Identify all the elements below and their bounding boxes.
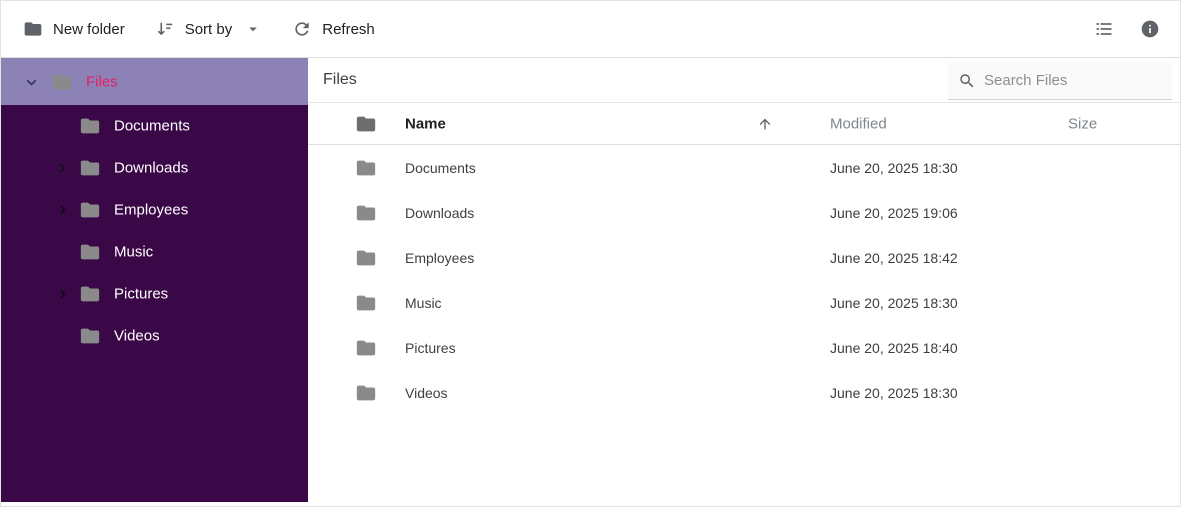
sort-by-button[interactable]: Sort by bbox=[153, 11, 265, 47]
folder-icon bbox=[355, 202, 377, 224]
info-icon[interactable] bbox=[1136, 15, 1164, 43]
sidebar-item-label: Employees bbox=[114, 201, 189, 219]
app-body: Files Documents Downloads Employees Musi… bbox=[1, 58, 1180, 506]
folder-icon bbox=[79, 199, 101, 221]
sidebar-tree-children: Documents Downloads Employees Music Pict… bbox=[1, 105, 308, 357]
refresh-button[interactable]: Refresh bbox=[290, 11, 377, 47]
folder-icon bbox=[79, 115, 101, 137]
table-header: Name Modified Size bbox=[308, 103, 1180, 145]
table-row-downloads[interactable]: Downloads June 20, 2025 19:06 bbox=[308, 190, 1180, 235]
column-header-name[interactable]: Name bbox=[405, 115, 446, 132]
file-modified: June 20, 2025 18:30 bbox=[830, 384, 958, 401]
search-input[interactable] bbox=[984, 72, 1144, 89]
file-modified: June 20, 2025 18:30 bbox=[830, 159, 958, 176]
sidebar-item-pictures[interactable]: Pictures bbox=[1, 273, 308, 315]
file-modified: June 20, 2025 18:40 bbox=[830, 339, 958, 356]
folder-icon bbox=[355, 113, 377, 135]
sidebar-item-label: Documents bbox=[114, 117, 190, 135]
folder-icon bbox=[355, 337, 377, 359]
sidebar-item-label: Music bbox=[114, 243, 154, 261]
arrow-up-icon[interactable] bbox=[757, 116, 773, 132]
chevron-down-icon[interactable] bbox=[23, 73, 40, 90]
folder-icon bbox=[79, 157, 101, 179]
file-manager-app: { "toolbar": { "new_folder_label": "New … bbox=[0, 0, 1184, 523]
folder-icon bbox=[355, 292, 377, 314]
search-box[interactable] bbox=[948, 62, 1172, 100]
column-header-modified[interactable]: Modified bbox=[830, 115, 887, 132]
file-name[interactable]: Videos bbox=[405, 385, 448, 401]
table-row-videos[interactable]: Videos June 20, 2025 18:30 bbox=[308, 370, 1180, 415]
folder-icon bbox=[79, 325, 101, 347]
new-folder-button[interactable]: New folder bbox=[21, 11, 127, 47]
caret-down-icon bbox=[244, 20, 262, 38]
chevron-right-icon[interactable] bbox=[55, 203, 70, 218]
sidebar-item-label: Videos bbox=[114, 327, 160, 345]
sort-descending-icon bbox=[155, 19, 175, 39]
folder-icon bbox=[79, 241, 101, 263]
file-modified: June 20, 2025 19:06 bbox=[830, 204, 958, 221]
chevron-right-icon[interactable] bbox=[55, 161, 70, 176]
file-name[interactable]: Documents bbox=[405, 160, 476, 176]
refresh-label: Refresh bbox=[322, 20, 375, 38]
main-header: Files bbox=[308, 58, 1180, 103]
refresh-icon bbox=[292, 19, 312, 39]
file-modified: June 20, 2025 18:30 bbox=[830, 294, 958, 311]
sidebar-item-employees[interactable]: Employees bbox=[1, 189, 308, 231]
folder-icon bbox=[23, 19, 43, 39]
sidebar-item-documents[interactable]: Documents bbox=[1, 105, 308, 147]
toolbar: New folder Sort by Refresh bbox=[1, 1, 1180, 58]
sidebar-tree: Files Documents Downloads Employees Musi… bbox=[1, 58, 308, 502]
file-name[interactable]: Music bbox=[405, 295, 442, 311]
sidebar-item-label: Files bbox=[86, 73, 118, 90]
folder-icon bbox=[51, 71, 73, 93]
file-modified: June 20, 2025 18:42 bbox=[830, 249, 958, 266]
main-panel: Files Name bbox=[308, 58, 1180, 506]
sidebar-item-files[interactable]: Files bbox=[1, 58, 308, 105]
search-icon bbox=[958, 72, 976, 90]
app-frame: New folder Sort by Refresh Files Documen… bbox=[0, 0, 1181, 507]
sidebar-item-videos[interactable]: Videos bbox=[1, 315, 308, 357]
table-row-pictures[interactable]: Pictures June 20, 2025 18:40 bbox=[308, 325, 1180, 370]
folder-icon bbox=[355, 382, 377, 404]
column-header-size[interactable]: Size bbox=[1068, 115, 1097, 132]
folder-icon bbox=[79, 283, 101, 305]
page-title: Files bbox=[323, 71, 357, 88]
file-name[interactable]: Pictures bbox=[405, 340, 456, 356]
sidebar-item-music[interactable]: Music bbox=[1, 231, 308, 273]
folder-icon bbox=[355, 247, 377, 269]
file-name[interactable]: Downloads bbox=[405, 205, 474, 221]
table-row-documents[interactable]: Documents June 20, 2025 18:30 bbox=[308, 145, 1180, 190]
chevron-right-icon[interactable] bbox=[55, 287, 70, 302]
file-name[interactable]: Employees bbox=[405, 250, 474, 266]
folder-icon bbox=[355, 157, 377, 179]
new-folder-label: New folder bbox=[53, 20, 125, 38]
file-list: Documents June 20, 2025 18:30 Downloads … bbox=[308, 145, 1180, 415]
sidebar-item-label: Pictures bbox=[114, 285, 169, 303]
list-view-icon[interactable] bbox=[1090, 15, 1118, 43]
sort-by-label: Sort by bbox=[184, 20, 233, 38]
sidebar-item-label: Downloads bbox=[114, 159, 189, 177]
sidebar-item-downloads[interactable]: Downloads bbox=[1, 147, 308, 189]
table-row-employees[interactable]: Employees June 20, 2025 18:42 bbox=[308, 235, 1180, 280]
table-row-music[interactable]: Music June 20, 2025 18:30 bbox=[308, 280, 1180, 325]
